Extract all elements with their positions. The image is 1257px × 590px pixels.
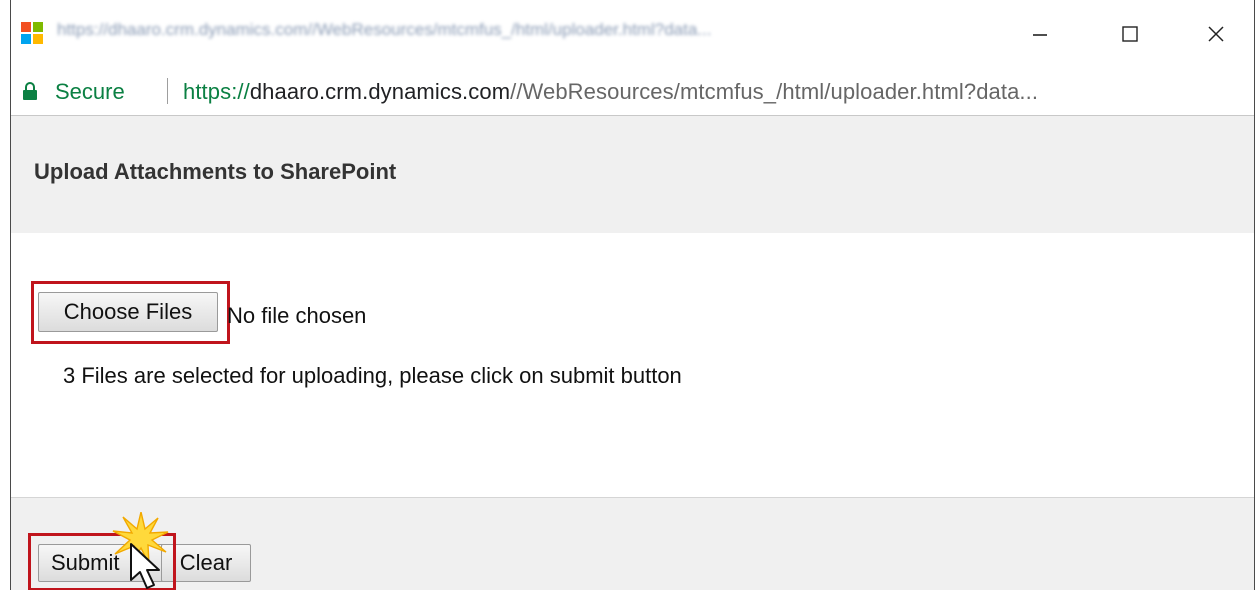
address-bar[interactable]: Secure https://dhaaro.crm.dynamics.com//… [11, 66, 1254, 116]
lock-icon [23, 82, 37, 100]
maximize-icon [1122, 26, 1138, 42]
url-host: dhaaro.crm.dynamics.com [249, 79, 511, 104]
url-scheme: https:// [183, 79, 250, 104]
page-title: Upload Attachments to SharePoint [34, 159, 397, 184]
maximize-button[interactable] [1107, 14, 1153, 54]
microsoft-logo-icon [21, 22, 43, 44]
close-icon [1208, 26, 1224, 42]
browser-popup-window: https://dhaaro.crm.dynamics.com//WebReso… [10, 0, 1255, 590]
minimize-icon [1033, 34, 1047, 36]
minimize-button[interactable] [1017, 14, 1063, 54]
page-header: Upload Attachments to SharePoint [11, 116, 1254, 233]
address-separator [167, 78, 168, 104]
close-button[interactable] [1193, 14, 1239, 54]
url-text[interactable]: https://dhaaro.crm.dynamics.com//WebReso… [183, 79, 1038, 105]
mouse-pointer-icon [130, 543, 160, 589]
choose-files-highlight [31, 281, 230, 344]
action-footer: Submit Clear [11, 497, 1254, 590]
no-file-chosen-text: No file chosen [227, 303, 367, 328]
url-path: //WebResources/mtcmfus_/html/uploader.ht… [510, 79, 1039, 104]
window-titlebar[interactable]: https://dhaaro.crm.dynamics.com//WebReso… [11, 0, 1254, 66]
window-title: https://dhaaro.crm.dynamics.com//WebReso… [57, 20, 712, 39]
upload-panel: Choose Files No file chosen 3 Files are … [11, 233, 1254, 497]
upload-status-message: 3 Files are selected for uploading, plea… [63, 363, 682, 388]
secure-label: Secure [55, 79, 125, 104]
